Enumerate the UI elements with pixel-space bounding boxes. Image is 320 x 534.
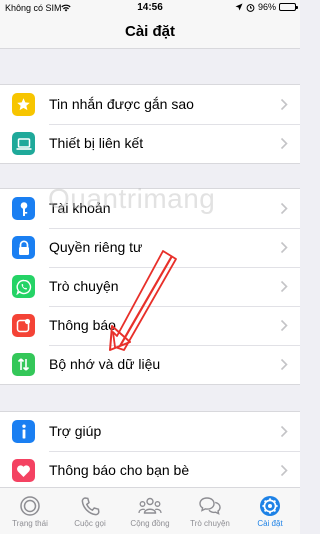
tab-chats[interactable]: Trò chuyện [180, 488, 240, 534]
settings-group-main: Tài khoản Quyền riêng tư Trò chuyện Thôn… [0, 188, 300, 385]
page-title: Cài đặt [124, 23, 175, 40]
location-icon [235, 3, 243, 11]
settings-item-label: Thông báo cho bạn bè [49, 462, 190, 478]
chevron-right-icon [280, 464, 288, 477]
lock-icon [12, 236, 35, 259]
settings-icon [260, 496, 280, 516]
heart-icon [12, 459, 35, 482]
settings-item-label: Trợ giúp [49, 423, 102, 439]
key-icon [12, 197, 35, 220]
status-bar: Không có SIM 14:56 96% [0, 0, 300, 16]
chevron-right-icon [280, 137, 288, 150]
community-icon [138, 497, 162, 514]
battery-icon [279, 3, 298, 11]
settings-item-chats[interactable]: Trò chuyện [0, 267, 300, 306]
whatsapp-icon [12, 275, 35, 298]
settings-item-starred-messages[interactable]: Tin nhắn được gắn sao [0, 85, 300, 124]
settings-item-notifications[interactable]: Thông báo [0, 306, 300, 345]
settings-item-label: Quyền riêng tư [49, 239, 143, 255]
chevron-right-icon [280, 358, 288, 371]
settings-item-storage-data[interactable]: Bộ nhớ và dữ liệu [0, 345, 300, 384]
chats-icon [199, 497, 221, 515]
battery-percent: 96% [257, 2, 276, 12]
alarm-icon [246, 3, 255, 12]
tab-bar: Trạng thái Cuộc gọi Cộng đồng Trò chuyện… [0, 487, 300, 534]
tab-settings[interactable]: Cài đặt [240, 488, 300, 534]
laptop-icon [12, 132, 35, 155]
settings-item-privacy[interactable]: Quyền riêng tư [0, 228, 300, 267]
settings-item-label: Tin nhắn được gắn sao [49, 96, 194, 112]
chevron-right-icon [280, 98, 288, 111]
phone-icon [81, 497, 100, 516]
tab-label: Trò chuyện [190, 519, 230, 528]
chevron-right-icon [280, 202, 288, 215]
tab-label: Cuộc gọi [74, 519, 106, 528]
tab-status[interactable]: Trạng thái [0, 488, 60, 534]
settings-group-help: Trợ giúp Thông báo cho bạn bè [0, 411, 300, 491]
settings-item-label: Thiết bị liên kết [49, 135, 144, 151]
settings-item-label: Tài khoản [49, 200, 111, 216]
settings-item-tell-friend[interactable]: Thông báo cho bạn bè [0, 451, 300, 490]
tab-community[interactable]: Cộng đồng [120, 488, 180, 534]
chevron-right-icon [280, 280, 288, 293]
status-icon [20, 496, 40, 516]
settings-item-label: Trò chuyện [49, 278, 119, 294]
data-transfer-icon [12, 353, 35, 376]
tab-label: Trạng thái [12, 519, 48, 528]
chevron-right-icon [280, 241, 288, 254]
chevron-right-icon [280, 425, 288, 438]
settings-item-linked-devices[interactable]: Thiết bị liên kết [0, 124, 300, 163]
settings-group-starred: Tin nhắn được gắn sao Thiết bị liên kết [0, 84, 300, 164]
notification-icon [12, 314, 35, 337]
star-icon [12, 93, 35, 116]
navigation-bar: Cài đặt [0, 16, 300, 49]
tab-label: Cài đặt [257, 519, 283, 528]
info-icon [12, 420, 35, 443]
chevron-right-icon [280, 319, 288, 332]
settings-item-account[interactable]: Tài khoản [0, 189, 300, 228]
tab-calls[interactable]: Cuộc gọi [60, 488, 120, 534]
settings-item-label: Bộ nhớ và dữ liệu [49, 356, 161, 372]
tab-label: Cộng đồng [130, 519, 170, 528]
settings-item-help[interactable]: Trợ giúp [0, 412, 300, 451]
settings-item-label: Thông báo [49, 317, 116, 333]
